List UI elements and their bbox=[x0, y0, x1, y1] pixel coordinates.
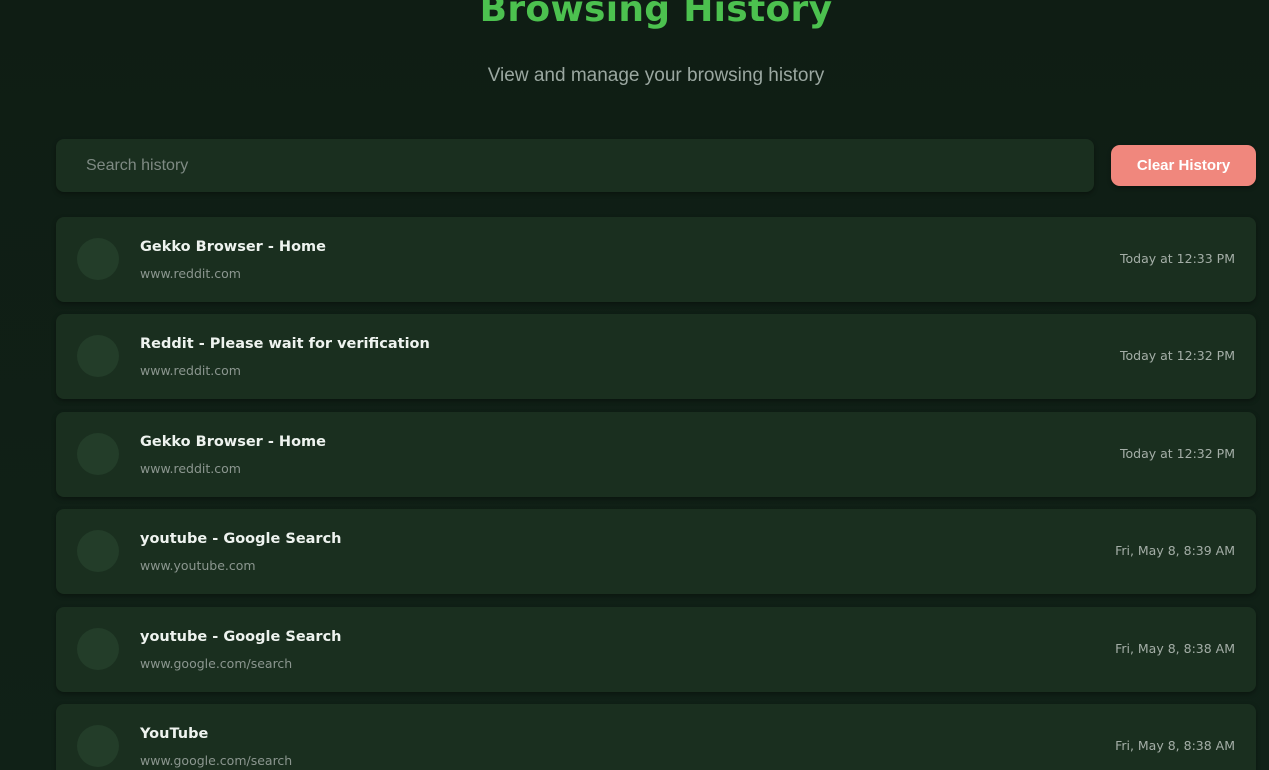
history-item[interactable]: youtube - Google Search www.youtube.com … bbox=[56, 509, 1256, 595]
favicon-placeholder-icon bbox=[77, 238, 119, 280]
history-page: Browsing History View and manage your br… bbox=[0, 0, 1269, 770]
history-item[interactable]: YouTube www.google.com/search Fri, May 8… bbox=[56, 703, 1256, 770]
history-item-url: www.reddit.com bbox=[140, 363, 241, 379]
page-title: Browsing History bbox=[479, 0, 833, 30]
history-item-title: YouTube bbox=[140, 725, 209, 742]
history-list: Gekko Browser - Home www.reddit.com Toda… bbox=[56, 217, 1256, 770]
history-item[interactable]: Reddit - Please wait for verification ww… bbox=[56, 314, 1256, 400]
favicon-placeholder-icon bbox=[77, 335, 119, 378]
history-item-time: Fri, May 8, 8:39 AM bbox=[1115, 543, 1235, 559]
history-item-url: www.reddit.com bbox=[140, 460, 241, 476]
history-item[interactable]: youtube - Google Search www.google.com/s… bbox=[56, 606, 1256, 692]
history-item-url: www.google.com/search bbox=[140, 655, 293, 671]
clear-history-button[interactable]: Clear History bbox=[1111, 145, 1256, 186]
history-item-time: Today at 12:32 PM bbox=[1120, 348, 1235, 364]
favicon-placeholder-icon bbox=[77, 627, 119, 670]
search-input[interactable] bbox=[56, 139, 1094, 192]
history-item-url: www.youtube.com bbox=[140, 558, 256, 574]
history-item-url: www.google.com/search bbox=[140, 752, 293, 768]
history-item-title: youtube - Google Search bbox=[140, 531, 342, 548]
search-box bbox=[56, 139, 1094, 192]
history-item[interactable]: Gekko Browser - Home www.reddit.com Toda… bbox=[56, 217, 1256, 302]
history-item-time: Today at 12:33 PM bbox=[1120, 251, 1235, 266]
favicon-placeholder-icon bbox=[77, 530, 119, 573]
history-item-title: Reddit - Please wait for verification bbox=[140, 336, 430, 353]
favicon-placeholder-icon bbox=[77, 432, 119, 475]
history-item[interactable]: Gekko Browser - Home www.reddit.com Toda… bbox=[56, 411, 1256, 497]
page-subtitle: View and manage your browsing history bbox=[487, 65, 825, 86]
history-item-url: www.reddit.com bbox=[140, 266, 241, 281]
history-item-title: Gekko Browser - Home bbox=[140, 239, 326, 255]
history-item-title: youtube - Google Search bbox=[140, 628, 342, 645]
history-item-time: Fri, May 8, 8:38 AM bbox=[1115, 737, 1235, 753]
favicon-placeholder-icon bbox=[77, 724, 119, 767]
history-item-time: Fri, May 8, 8:38 AM bbox=[1115, 640, 1235, 656]
history-item-time: Today at 12:32 PM bbox=[1120, 445, 1235, 461]
history-item-title: Gekko Browser - Home bbox=[140, 433, 326, 450]
